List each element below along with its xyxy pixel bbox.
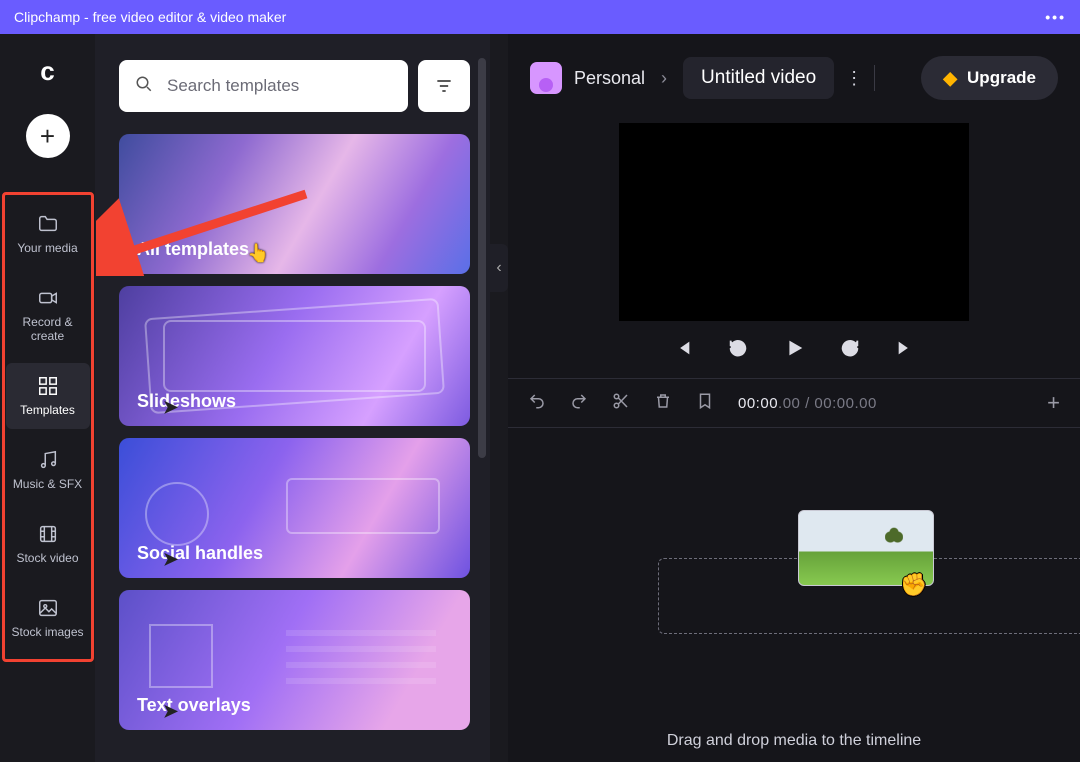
skip-forward-button[interactable] xyxy=(895,337,917,364)
upgrade-label: Upgrade xyxy=(967,68,1036,88)
sidebar-item-templates[interactable]: Templates xyxy=(6,363,90,429)
window-titlebar: Clipchamp - free video editor & video ma… xyxy=(0,0,1080,34)
sidebar-item-stock-images[interactable]: Stock images xyxy=(6,585,90,651)
rail-items-annotation-box: Your media Record & create Templates Mus… xyxy=(2,192,94,662)
cursor-arrow-icon: ➤ xyxy=(163,701,178,722)
sidebar-item-label: Music & SFX xyxy=(13,477,82,491)
sidebar-item-label: Stock images xyxy=(11,625,83,639)
app-logo: c xyxy=(21,44,75,98)
playback-controls xyxy=(508,322,1080,378)
rewind-5s-button[interactable] xyxy=(727,337,749,364)
timeline-toolbar: 00:00.00 / 00:00.00 + xyxy=(508,378,1080,428)
music-icon xyxy=(37,449,59,471)
cursor-arrow-icon: ➤ xyxy=(163,397,178,418)
redo-button[interactable] xyxy=(570,392,588,415)
play-button[interactable] xyxy=(783,337,805,364)
project-title-chip[interactable]: Untitled video xyxy=(683,57,834,99)
preview-area xyxy=(508,122,1080,322)
templates-panel: Search templates All templates 👆 Slidesh… xyxy=(95,34,490,762)
marker-button[interactable] xyxy=(696,392,714,415)
add-track-button[interactable]: + xyxy=(1047,390,1060,416)
sidebar-item-stock-video[interactable]: Stock video xyxy=(6,511,90,577)
cursor-hand-icon: 👆 xyxy=(247,243,269,264)
folder-icon xyxy=(37,213,59,235)
undo-button[interactable] xyxy=(528,392,546,415)
template-card-social[interactable]: Social handles ➤ xyxy=(119,438,470,578)
delete-button[interactable] xyxy=(654,392,672,415)
sidebar-item-record-create[interactable]: Record & create xyxy=(6,275,90,355)
workspace-name[interactable]: Personal xyxy=(574,68,645,89)
diamond-icon: ◆ xyxy=(943,68,957,89)
timeline[interactable]: ✊ Drag and drop media to the timeline xyxy=(508,428,1080,762)
window-menu-icon[interactable]: ••• xyxy=(1045,9,1066,25)
kebab-icon: ⋮ xyxy=(845,68,863,88)
search-input[interactable]: Search templates xyxy=(119,60,408,112)
timeline-hint: Drag and drop media to the timeline xyxy=(508,732,1080,750)
editor-area: Personal › Untitled video ⋮ ◆ Upgrade xyxy=(508,34,1080,762)
project-menu-button[interactable]: ⋮ xyxy=(840,68,868,89)
forward-5s-button[interactable] xyxy=(839,337,861,364)
search-placeholder: Search templates xyxy=(167,76,299,96)
window-title: Clipchamp - free video editor & video ma… xyxy=(14,9,286,25)
sidebar-item-label: Your media xyxy=(17,241,77,255)
sidebar-item-label: Templates xyxy=(20,403,75,417)
sidebar-item-label: Stock video xyxy=(16,551,78,565)
sidebar-item-music-sfx[interactable]: Music & SFX xyxy=(6,437,90,503)
film-icon xyxy=(37,523,59,545)
template-card-slideshows[interactable]: Slideshows ➤ xyxy=(119,286,470,426)
cursor-grab-icon: ✊ xyxy=(900,572,927,598)
cursor-arrow-icon: ➤ xyxy=(163,549,178,570)
panel-collapse-button[interactable]: ‹ xyxy=(490,244,508,292)
search-icon xyxy=(135,75,153,98)
templates-icon xyxy=(37,375,59,397)
chevron-left-icon: ‹ xyxy=(496,259,501,277)
panel-scrollbar[interactable] xyxy=(478,58,486,458)
sidebar-item-label: Record & create xyxy=(6,315,90,343)
template-card-label: All templates xyxy=(137,239,249,260)
camera-icon xyxy=(37,287,59,309)
project-title: Untitled video xyxy=(701,67,816,89)
sidebar-item-your-media[interactable]: Your media xyxy=(6,201,90,267)
split-button[interactable] xyxy=(612,392,630,415)
preview-canvas[interactable] xyxy=(619,123,969,321)
left-rail: c + Your media Record & create T xyxy=(0,34,95,762)
chevron-right-icon: › xyxy=(661,68,667,89)
image-icon xyxy=(37,597,59,619)
timecode-display: 00:00.00 / 00:00.00 xyxy=(738,395,877,412)
upgrade-button[interactable]: ◆ Upgrade xyxy=(921,56,1058,100)
filter-icon xyxy=(434,76,454,96)
template-card-all[interactable]: All templates 👆 xyxy=(119,134,470,274)
add-button[interactable]: + xyxy=(26,114,70,158)
filter-button[interactable] xyxy=(418,60,470,112)
skip-back-button[interactable] xyxy=(671,337,693,364)
template-card-text-overlays[interactable]: Text overlays ➤ xyxy=(119,590,470,730)
workspace-avatar[interactable] xyxy=(530,62,562,94)
editor-topbar: Personal › Untitled video ⋮ ◆ Upgrade xyxy=(508,34,1080,122)
